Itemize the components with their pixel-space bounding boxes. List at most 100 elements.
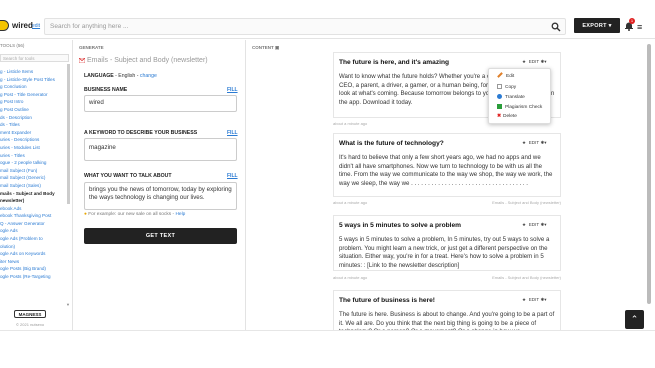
copy-icon — [497, 84, 502, 89]
card-tools: ★ EDIT ✱▾ — [522, 140, 547, 146]
tools-heading: TOOLS (56) — [0, 43, 25, 48]
language-change-link[interactable]: change — [140, 73, 157, 79]
get-text-button[interactable]: GET TEXT — [84, 228, 237, 244]
tools-search-placeholder: Search for tools — [3, 56, 35, 61]
fill-business-name-button[interactable]: FILL — [227, 87, 238, 93]
fill-talk-about-button[interactable]: FILL — [227, 173, 238, 179]
tool-title: Emails - Subject and Body (newsletter) — [87, 57, 208, 64]
card-tool-name: Emails - Subject and Body (newsletter) — [492, 275, 561, 280]
sidebar-tool-item[interactable]: mail Subject (Sales) — [0, 183, 69, 191]
business-name-label: BUSINESS NAME — [84, 87, 128, 93]
menu-item-label: Edit — [506, 74, 515, 79]
sidebar-tool-item[interactable]: ogle Posts (Re-Targeting — [0, 274, 69, 282]
sidebar-tool-item[interactable]: ogle Ads — [0, 228, 69, 236]
export-label: EXPORT — [582, 22, 607, 29]
menu-item-copy[interactable]: Copy — [497, 84, 516, 90]
sidebar-tool-item[interactable]: Q - Answer Generator — [0, 221, 69, 229]
sidebar-tool-item[interactable]: g Post - Title Generator — [0, 92, 69, 100]
card-title: The future is here, and it's amazing — [339, 59, 450, 66]
copyright: © 2021 nutsexo — [16, 322, 45, 327]
sidebar-tool-item[interactable]: olution) — [0, 244, 69, 252]
sidebar-tool-item[interactable]: mails - Subject and Body — [0, 191, 69, 199]
scroll-to-top-button[interactable]: ⌃ — [625, 310, 644, 329]
sidebar-tool-item[interactable]: ment Expander — [0, 130, 69, 138]
hamburger-menu-icon[interactable]: ≡ — [637, 22, 642, 32]
sidebar-tool-item[interactable]: uries - Descriptions — [0, 137, 69, 145]
card-edit-link[interactable]: EDIT — [529, 222, 539, 227]
card-title: The future of business is here! — [339, 297, 435, 304]
export-button[interactable]: EXPORT ▾ — [574, 18, 620, 33]
fill-keyword-button[interactable]: FILL — [227, 130, 238, 136]
sidebar-tool-item[interactable]: g Conclusion — [0, 84, 69, 92]
scroll-down-icon[interactable]: ▼ — [66, 302, 70, 307]
edit-project-link[interactable]: edit — [32, 23, 40, 29]
sidebar-scrollbar[interactable] — [67, 64, 70, 204]
help-link[interactable]: Help — [175, 212, 185, 217]
sidebar-tool-item[interactable]: ogle Posts (Big Brand) — [0, 266, 69, 274]
menu-item-plagiarism-check[interactable]: Plagiarism Check — [497, 104, 542, 110]
sidebar-tool-item[interactable]: ebook Ads — [0, 206, 69, 214]
sidebar-tool-item[interactable]: ds - Description — [0, 115, 69, 123]
keyword-field[interactable]: magazine — [84, 138, 237, 161]
star-icon[interactable]: ★ — [522, 222, 526, 227]
sidebar-tool-item[interactable]: newsletter) — [0, 198, 69, 206]
content-card[interactable]: 5 ways in 5 minutes to solve a problem ★… — [333, 215, 561, 271]
menu-item-label: Plagiarism Check — [505, 105, 543, 110]
menu-item-delete[interactable]: ✖ Delete — [497, 114, 517, 119]
sidebar-tool-item[interactable]: uries - Modules List — [0, 145, 69, 153]
sidebar-tool-item[interactable]: uries - Titles — [0, 153, 69, 161]
sidebar-tool-item[interactable]: g Post Intro — [0, 99, 69, 107]
globe-icon — [497, 94, 502, 99]
content-card[interactable]: What is the future of technology? ★ EDIT… — [333, 133, 561, 197]
sidebar-tool-item[interactable]: mail Subject (Generic) — [0, 175, 69, 183]
sidebar-tool-item[interactable]: ds - Titles — [0, 122, 69, 130]
gear-icon[interactable]: ✱▾ — [540, 140, 546, 145]
tools-search-input[interactable]: Search for tools — [0, 54, 69, 62]
star-icon[interactable]: ★ — [522, 297, 526, 302]
card-title: What is the future of technology? — [339, 140, 444, 147]
star-icon[interactable]: ★ — [522, 140, 526, 145]
talk-about-label: WHAT YOU WANT TO TALK ABOUT — [84, 173, 172, 179]
card-age: about a minute ago — [333, 200, 368, 205]
card-footer: about a minute ago Emails - Subject and … — [333, 275, 561, 280]
gear-icon[interactable]: ✱▾ — [540, 222, 546, 227]
card-title: 5 ways in 5 minutes to solve a problem — [339, 222, 462, 229]
language-label: LANGUAGE — [84, 73, 114, 79]
project-name: wired — [12, 21, 33, 30]
delete-icon: ✖ — [497, 114, 502, 119]
card-tools: ★ EDIT ✱▾ — [522, 222, 547, 228]
sidebar-tool-item[interactable]: mail Subject (Fun) — [0, 168, 69, 176]
card-edit-link[interactable]: EDIT — [529, 297, 539, 302]
business-name-field[interactable]: wired — [84, 95, 237, 112]
chevron-down-icon: ▾ — [608, 22, 612, 29]
sidebar-tool-item[interactable]: ogue - 2 people talking — [0, 160, 69, 168]
card-body: The future is here. Business is about to… — [339, 311, 555, 330]
card-edit-link[interactable]: EDIT — [529, 140, 539, 145]
top-bar: wired edit Search for anything here ... … — [0, 15, 655, 39]
chevron-up-icon: ⌃ — [630, 314, 639, 324]
menu-item-label: Delete — [503, 114, 517, 119]
sidebar-tool-item[interactable]: g Post Outline — [0, 107, 69, 115]
menu-item-translate[interactable]: Translate — [497, 94, 525, 100]
sidebar-tool-item[interactable]: ogle Ads on Keywords — [0, 251, 69, 259]
card-age: about a minute ago — [333, 121, 368, 126]
sidebar-tool-item[interactable]: ogle Ads (Problem to — [0, 236, 69, 244]
search-input[interactable]: Search for anything here ... — [44, 18, 566, 35]
tools-list: g - Listicle Items g - Listicle-Style Pos… — [0, 69, 69, 282]
content-scrollbar[interactable] — [647, 44, 651, 304]
search-icon[interactable] — [551, 22, 561, 32]
brand-logo-icon[interactable] — [0, 20, 9, 31]
search-placeholder: Search for anything here ... — [50, 23, 129, 30]
gear-icon[interactable]: ✱▾ — [540, 297, 546, 302]
sidebar-tool-item[interactable]: g - Listicle-Style Post Titles — [0, 77, 69, 85]
talk-about-field[interactable]: brings you the news of tomorrow, today b… — [84, 182, 237, 210]
card-tool-name: Emails - Subject and Body (newsletter) — [492, 200, 561, 205]
sidebar-tool-item[interactable]: iter News — [0, 259, 69, 267]
star-icon[interactable]: ★ — [522, 59, 526, 64]
content-card[interactable]: The future of business is here! ★ EDIT ✱… — [333, 290, 561, 330]
card-edit-link[interactable]: EDIT — [529, 59, 539, 64]
menu-item-edit[interactable]: Edit — [497, 72, 515, 79]
sidebar-tool-item[interactable]: ebook Thanksgiving Post — [0, 213, 69, 221]
gear-icon[interactable]: ✱▾ — [540, 59, 546, 64]
sidebar-tool-item[interactable]: g - Listicle Items — [0, 69, 69, 77]
